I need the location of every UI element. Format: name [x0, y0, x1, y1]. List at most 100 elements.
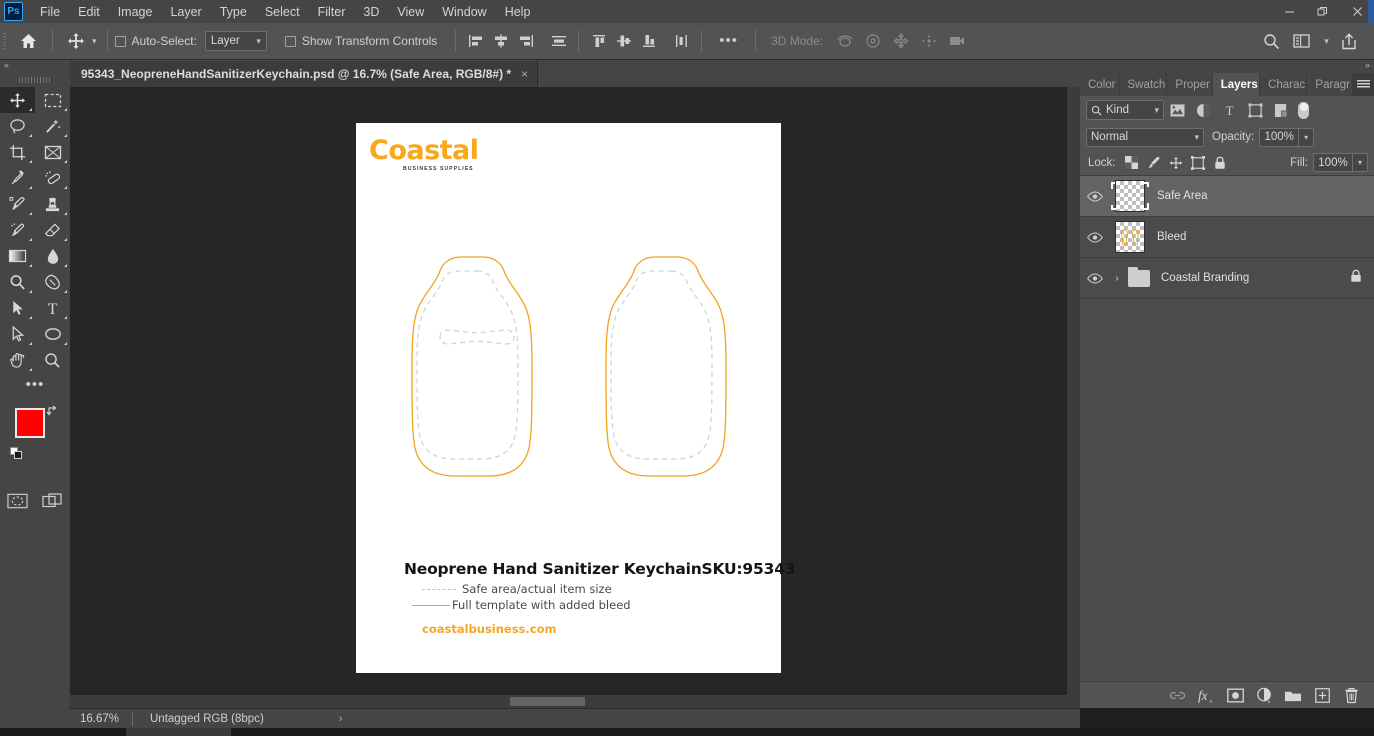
tool-history-brush[interactable] [0, 217, 35, 243]
screen-mode-button[interactable] [35, 487, 70, 515]
zoom-level-field[interactable]: 16.67% [70, 713, 132, 725]
layer-mask-button[interactable] [1222, 683, 1248, 707]
3d-slide-button[interactable] [915, 29, 943, 53]
panel-menu-button[interactable] [1353, 73, 1374, 96]
tool-type[interactable]: T [35, 295, 70, 321]
menu-item-image[interactable]: Image [109, 2, 162, 22]
status-bar-expand-icon[interactable]: › [339, 713, 343, 725]
tool-pen[interactable] [35, 269, 70, 295]
foreground-color-swatch[interactable] [15, 408, 45, 438]
panel-tab-paragraph[interactable]: Paragr [1307, 73, 1353, 96]
menu-item-window[interactable]: Window [433, 2, 495, 22]
edit-toolbar-button[interactable]: ••• [0, 373, 70, 397]
align-left-edges-button[interactable] [463, 29, 488, 53]
panel-tab-layers[interactable]: Layers [1212, 73, 1261, 96]
3d-camera-button[interactable] [943, 29, 971, 53]
menu-item-layer[interactable]: Layer [161, 2, 210, 22]
lock-artboard-nesting-button[interactable] [1187, 152, 1209, 174]
menu-item-view[interactable]: View [388, 2, 433, 22]
search-button[interactable] [1256, 28, 1286, 54]
group-expand-chevron-icon[interactable]: › [1110, 273, 1124, 284]
new-layer-button[interactable] [1309, 683, 1335, 707]
layer-row-coastal-branding[interactable]: › Coastal Branding [1080, 258, 1374, 299]
delete-layer-button[interactable] [1338, 683, 1364, 707]
filter-adjustment-layers-button[interactable] [1190, 99, 1216, 121]
show-transform-checkbox[interactable] [284, 35, 296, 47]
home-button[interactable] [11, 28, 45, 54]
filter-smart-objects-button[interactable] [1268, 99, 1294, 121]
tool-gradient[interactable] [0, 243, 35, 269]
layer-visibility-toggle[interactable] [1080, 231, 1110, 243]
tool-magic-wand[interactable] [35, 113, 70, 139]
align-horizontal-centers-button[interactable] [488, 29, 513, 53]
tool-ellipse[interactable] [35, 321, 70, 347]
tool-blur[interactable] [35, 243, 70, 269]
minimize-button[interactable] [1272, 0, 1306, 23]
layer-thumbnail-container[interactable] [1110, 221, 1150, 253]
align-bottom-edges-button[interactable] [636, 29, 661, 53]
panel-tab-character[interactable]: Charac [1260, 73, 1308, 96]
distribute-vertical-button[interactable] [669, 29, 694, 53]
tool-rectangular-marquee[interactable] [35, 87, 70, 113]
auto-select-scope-dropdown[interactable]: Layer ▾ [204, 31, 267, 51]
workspace-switcher-button[interactable] [1286, 28, 1316, 54]
document-canvas[interactable]: Coastal BUSINESS SUPPLIES Neoprene Hand … [356, 123, 796, 673]
auto-select-checkbox[interactable] [114, 35, 126, 47]
tool-lasso[interactable] [0, 113, 35, 139]
layer-styles-button[interactable]: fx [1193, 683, 1219, 707]
layer-name[interactable]: Coastal Branding [1161, 272, 1249, 284]
lock-transparent-pixels-button[interactable] [1121, 152, 1143, 174]
blend-mode-dropdown[interactable]: Normal ▾ [1086, 127, 1204, 147]
swap-colors-icon[interactable] [46, 403, 60, 420]
lock-image-pixels-button[interactable] [1143, 152, 1165, 174]
quick-mask-button[interactable] [0, 487, 35, 515]
3d-orbit-button[interactable] [831, 29, 859, 53]
tool-dodge[interactable] [0, 269, 35, 295]
menu-item-edit[interactable]: Edit [69, 2, 109, 22]
tool-crop[interactable] [0, 139, 35, 165]
toolbox-collapse-button[interactable]: « [4, 60, 9, 70]
filter-type-layers-button[interactable]: T [1216, 99, 1242, 121]
panel-tab-swatches[interactable]: Swatch [1119, 73, 1168, 96]
3d-roll-button[interactable] [859, 29, 887, 53]
tool-move[interactable] [0, 87, 35, 113]
lock-position-button[interactable] [1165, 152, 1187, 174]
link-layers-button[interactable] [1164, 683, 1190, 707]
align-right-edges-button[interactable] [513, 29, 538, 53]
new-group-button[interactable] [1280, 683, 1306, 707]
menu-item-select[interactable]: Select [256, 2, 309, 22]
filter-pixel-layers-button[interactable] [1164, 99, 1190, 121]
distribute-horizontal-button[interactable] [546, 29, 571, 53]
menu-item-help[interactable]: Help [496, 2, 540, 22]
layer-filter-kind-dropdown[interactable]: Kind ▾ [1086, 100, 1164, 120]
workspace-dropdown-arrow[interactable]: ▾ [1316, 28, 1334, 54]
menu-item-type[interactable]: Type [211, 2, 256, 22]
taskbar-active-item[interactable] [126, 728, 231, 736]
tool-eyedropper[interactable] [0, 165, 35, 191]
document-tab[interactable]: 95343_NeopreneHandSanitizerKeychain.psd … [70, 61, 539, 87]
auto-select-checkbox-group[interactable]: Auto-Select: [114, 34, 197, 48]
align-top-edges-button[interactable] [586, 29, 611, 53]
panel-tab-properties[interactable]: Proper [1167, 73, 1213, 96]
fill-value-field[interactable]: 100% [1313, 153, 1353, 172]
filter-toggle-switch[interactable] [1298, 101, 1309, 119]
default-colors-icon[interactable] [10, 447, 23, 465]
filter-shape-layers-button[interactable] [1242, 99, 1268, 121]
show-transform-checkbox-group[interactable]: Show Transform Controls [284, 34, 437, 48]
panel-tab-color[interactable]: Color [1080, 73, 1120, 96]
tool-clone-stamp[interactable] [35, 191, 70, 217]
tool-eraser[interactable] [35, 217, 70, 243]
menu-item-3d[interactable]: 3D [354, 2, 388, 22]
options-bar-grip[interactable] [3, 31, 11, 51]
opacity-value-field[interactable]: 100% [1259, 127, 1300, 147]
opacity-dropdown-arrow[interactable]: ▾ [1299, 127, 1315, 147]
tool-zoom[interactable] [35, 347, 70, 373]
document-tab-close-icon[interactable]: × [521, 67, 528, 81]
layer-name[interactable]: Bleed [1157, 231, 1186, 243]
layer-visibility-toggle[interactable] [1080, 272, 1110, 284]
dock-collapse-button[interactable]: » [1365, 60, 1370, 70]
layer-row-safe-area[interactable]: Safe Area [1080, 176, 1374, 217]
canvas-vertical-scrollbar[interactable] [1067, 87, 1080, 695]
horizontal-scroll-thumb[interactable] [510, 697, 585, 706]
align-vertical-centers-button[interactable] [611, 29, 636, 53]
